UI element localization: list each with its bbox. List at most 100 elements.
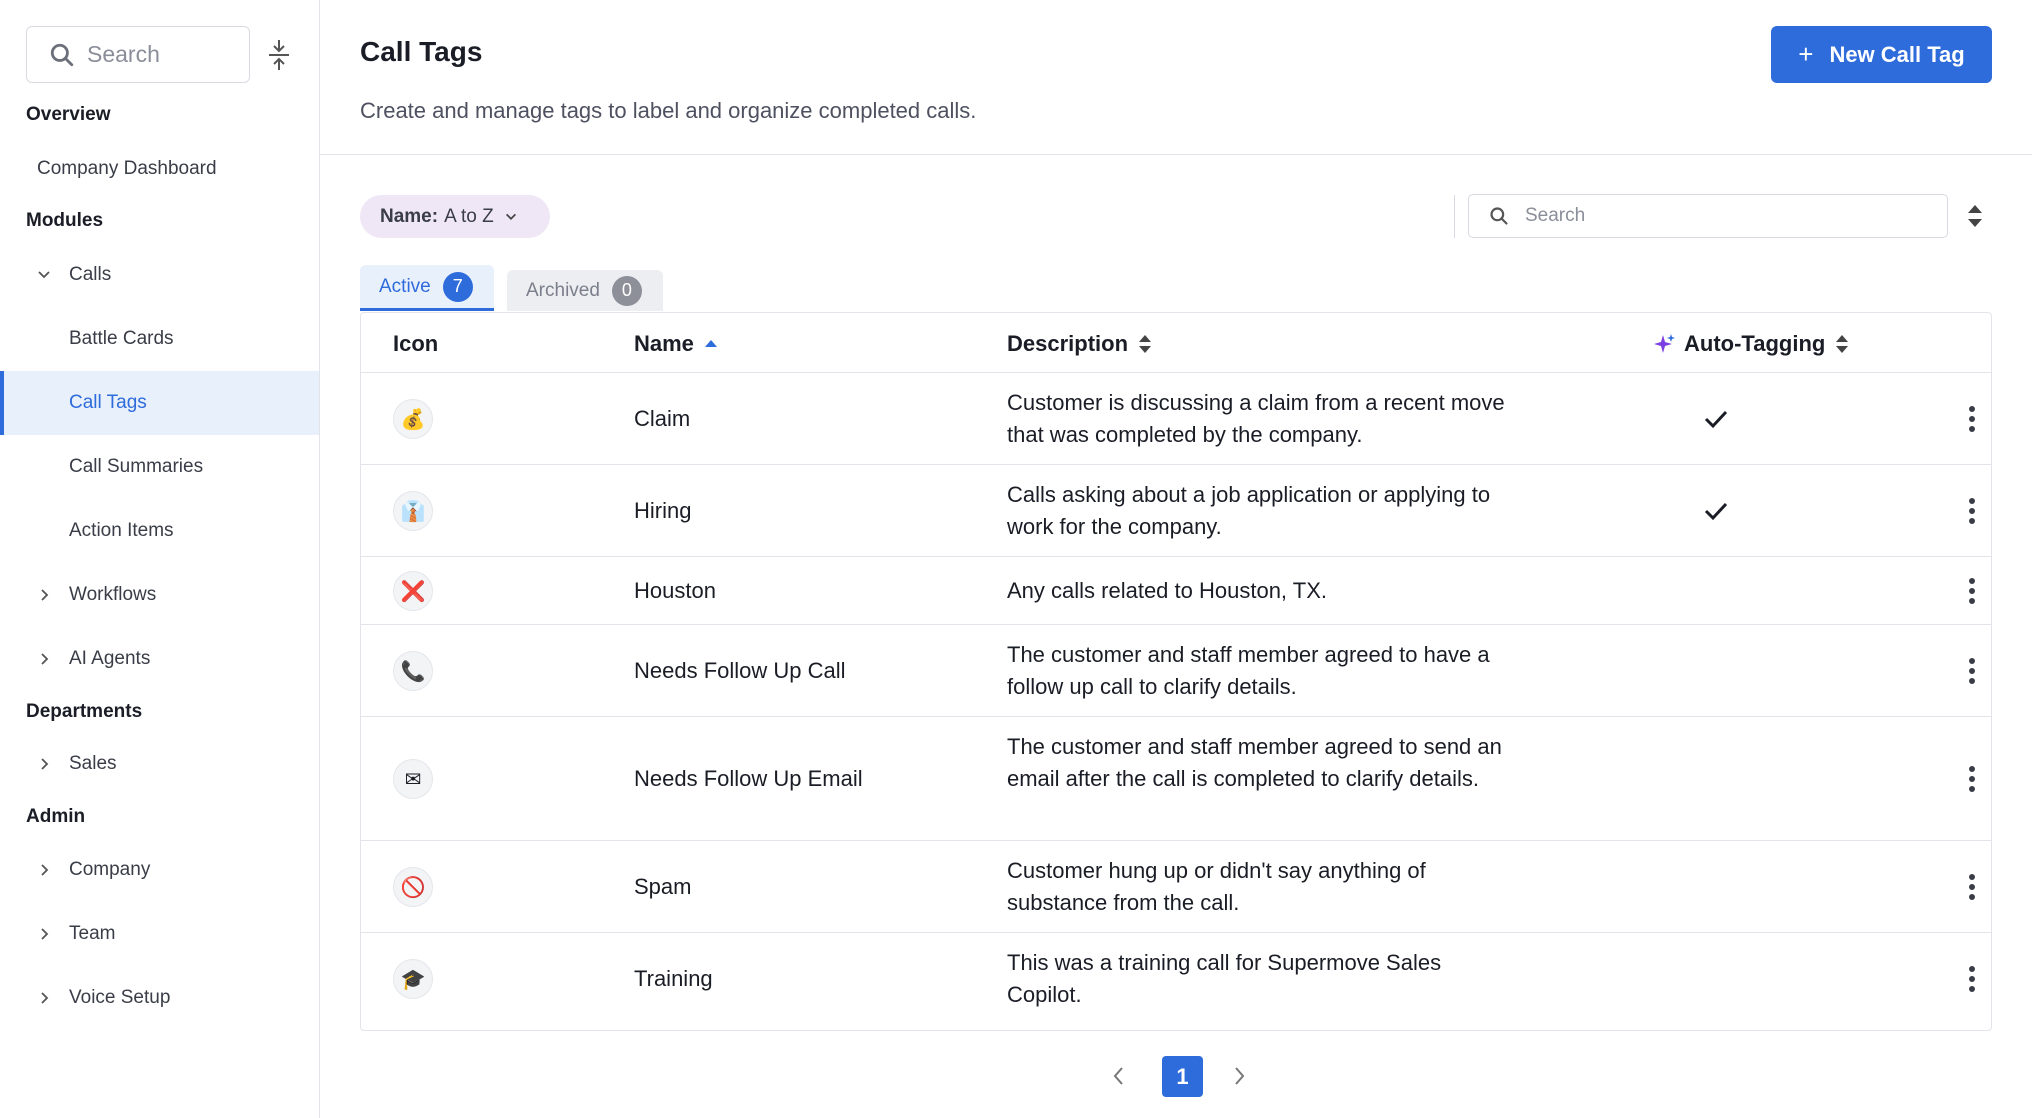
column-label: Icon [393, 331, 439, 356]
column-header-auto-tagging[interactable]: Auto-Tagging [1654, 331, 1849, 357]
tab-archived[interactable]: Archived 0 [507, 270, 663, 311]
more-options-icon[interactable] [1967, 497, 1977, 525]
sort-icon [1139, 335, 1152, 353]
table-row[interactable]: 👔 Hiring Calls asking about a job applicat… [361, 465, 1991, 557]
table-row[interactable]: 🚫 Spam Customer hung up or didn't say anyt… [361, 841, 1991, 933]
sidebar-item-company[interactable]: Company [0, 838, 319, 902]
tag-description: Calls asking about a job application or … [1007, 482, 1491, 539]
nav-section-modules: Modules [26, 210, 104, 231]
column-label: Description [1007, 331, 1129, 356]
column-label: Name [634, 331, 694, 356]
sort-toggle-icon[interactable] [1965, 203, 1985, 229]
toolbar-divider [1454, 195, 1455, 238]
tag-name: Hiring [634, 498, 692, 523]
tag-name: Spam [634, 874, 692, 899]
sidebar-item-battle-cards[interactable]: Battle Cards [0, 307, 319, 371]
sidebar-search-row: Search [26, 26, 296, 83]
table-row[interactable]: 💰 Claim Customer is discussing a claim fro… [361, 373, 1991, 465]
tag-name: Training [634, 966, 713, 991]
more-options-icon[interactable] [1967, 965, 1977, 993]
checkmark-icon [1704, 410, 1728, 429]
sort-dropdown[interactable]: Name: A to Z [360, 195, 550, 238]
table-row[interactable]: 🎓 Training This was a training call for Su… [361, 933, 1991, 1025]
sidebar-item-label: Call Summaries [69, 456, 204, 477]
tag-name: Needs Follow Up Email [634, 766, 863, 791]
no-entry-icon: 🚫 [393, 867, 433, 907]
tag-description: The customer and staff member agreed to … [1007, 642, 1490, 699]
sidebar-item-company-dashboard[interactable]: Company Dashboard [0, 137, 319, 201]
red-x-icon: ❌ [393, 571, 433, 611]
money-bag-icon: 💰 [393, 399, 433, 439]
table-row[interactable]: ✉ Needs Follow Up Email The customer and s… [361, 717, 1991, 841]
chevron-right-icon [41, 864, 49, 876]
sidebar-item-label: Battle Cards [69, 328, 174, 349]
chevron-right-icon [41, 653, 49, 665]
sidebar-item-label: Action Items [69, 520, 174, 541]
nav-section-overview: Overview [26, 104, 111, 125]
nav-section-admin: Admin [26, 806, 86, 827]
chevron-down-icon [505, 213, 516, 220]
sidebar-item-ai-agents[interactable]: AI Agents [0, 627, 319, 691]
new-call-tag-button[interactable]: + New Call Tag [1771, 26, 1992, 83]
table-row[interactable]: ❌ Houston Any calls related to Houston, TX… [361, 557, 1991, 625]
column-header-description[interactable]: Description [1007, 331, 1152, 357]
sidebar-item-voice-setup[interactable]: Voice Setup [0, 966, 319, 1030]
sort-value: A to Z [444, 205, 494, 227]
column-label: Auto-Tagging [1684, 331, 1826, 356]
plus-icon: + [1798, 39, 1814, 69]
sidebar-item-call-tags[interactable]: Call Tags [0, 371, 319, 435]
more-options-icon[interactable] [1967, 873, 1977, 901]
tab-archived-count: 0 [611, 275, 642, 306]
collapse-all-button[interactable] [262, 38, 296, 72]
sidebar-item-calls[interactable]: Calls [0, 243, 319, 307]
sidebar-item-label: Voice Setup [69, 987, 171, 1008]
more-options-icon[interactable] [1967, 657, 1977, 685]
tag-description: This was a training call for Supermove S… [1007, 950, 1442, 1007]
sidebar-item-call-summaries[interactable]: Call Summaries [0, 435, 319, 499]
more-options-icon[interactable] [1967, 405, 1977, 433]
tag-description: Customer is discussing a claim from a re… [1007, 390, 1505, 447]
tag-search-input[interactable]: Search [1468, 194, 1948, 238]
table-header: Icon Name Description Auto-Tagging [361, 313, 1991, 373]
sort-label: Name: [380, 205, 439, 227]
page-header: Call Tags Create and manage tags to labe… [320, 0, 2032, 155]
tab-active[interactable]: Active 7 [360, 265, 494, 311]
search-icon [1490, 207, 1508, 225]
more-options-icon[interactable] [1967, 577, 1977, 605]
sidebar-item-sales[interactable]: Sales [0, 732, 319, 796]
chevron-right-icon [41, 928, 49, 940]
worker-icon: 👔 [393, 491, 433, 531]
sidebar-item-label: Sales [69, 753, 117, 774]
sidebar-item-label: Calls [69, 264, 112, 285]
sidebar-search-input[interactable]: Search [26, 26, 250, 83]
phone-icon: 📞 [393, 651, 433, 691]
more-options-icon[interactable] [1967, 765, 1977, 793]
page-number-current[interactable]: 1 [1162, 1056, 1203, 1097]
chevron-right-icon [41, 758, 49, 770]
chevron-right-icon [41, 589, 49, 601]
sidebar-item-label: Workflows [69, 584, 157, 605]
sidebar-item-team[interactable]: Team [0, 902, 319, 966]
search-icon [50, 43, 74, 66]
main-content: Call Tags Create and manage tags to labe… [320, 0, 2032, 1118]
tag-description: The customer and staff member agreed to … [1007, 734, 1502, 791]
pagination: 1 [1110, 1056, 1270, 1097]
table-row[interactable]: 📞 Needs Follow Up Call The customer and st… [361, 625, 1991, 717]
chevron-left-icon[interactable] [1110, 1066, 1128, 1086]
column-header-name[interactable]: Name [634, 331, 718, 357]
tab-archived-label: Archived [526, 279, 600, 301]
tag-name: Claim [634, 406, 691, 431]
sidebar-search-placeholder: Search [87, 41, 160, 67]
sidebar-item-label: Company [69, 859, 151, 880]
sidebar-item-action-items[interactable]: Action Items [0, 499, 319, 563]
tab-active-label: Active [379, 275, 431, 297]
sparkle-icon [1654, 334, 1675, 353]
sidebar-item-workflows[interactable]: Workflows [0, 563, 319, 627]
sort-icon [1836, 335, 1849, 353]
chevron-right-icon[interactable] [1230, 1066, 1248, 1086]
column-header-icon: Icon [393, 331, 438, 357]
checkmark-icon [1704, 502, 1728, 521]
graduation-cap-icon: 🎓 [393, 959, 433, 999]
tag-name: Houston [634, 578, 716, 603]
sidebar: Search Overview Company Dashboard Module… [0, 0, 320, 1118]
